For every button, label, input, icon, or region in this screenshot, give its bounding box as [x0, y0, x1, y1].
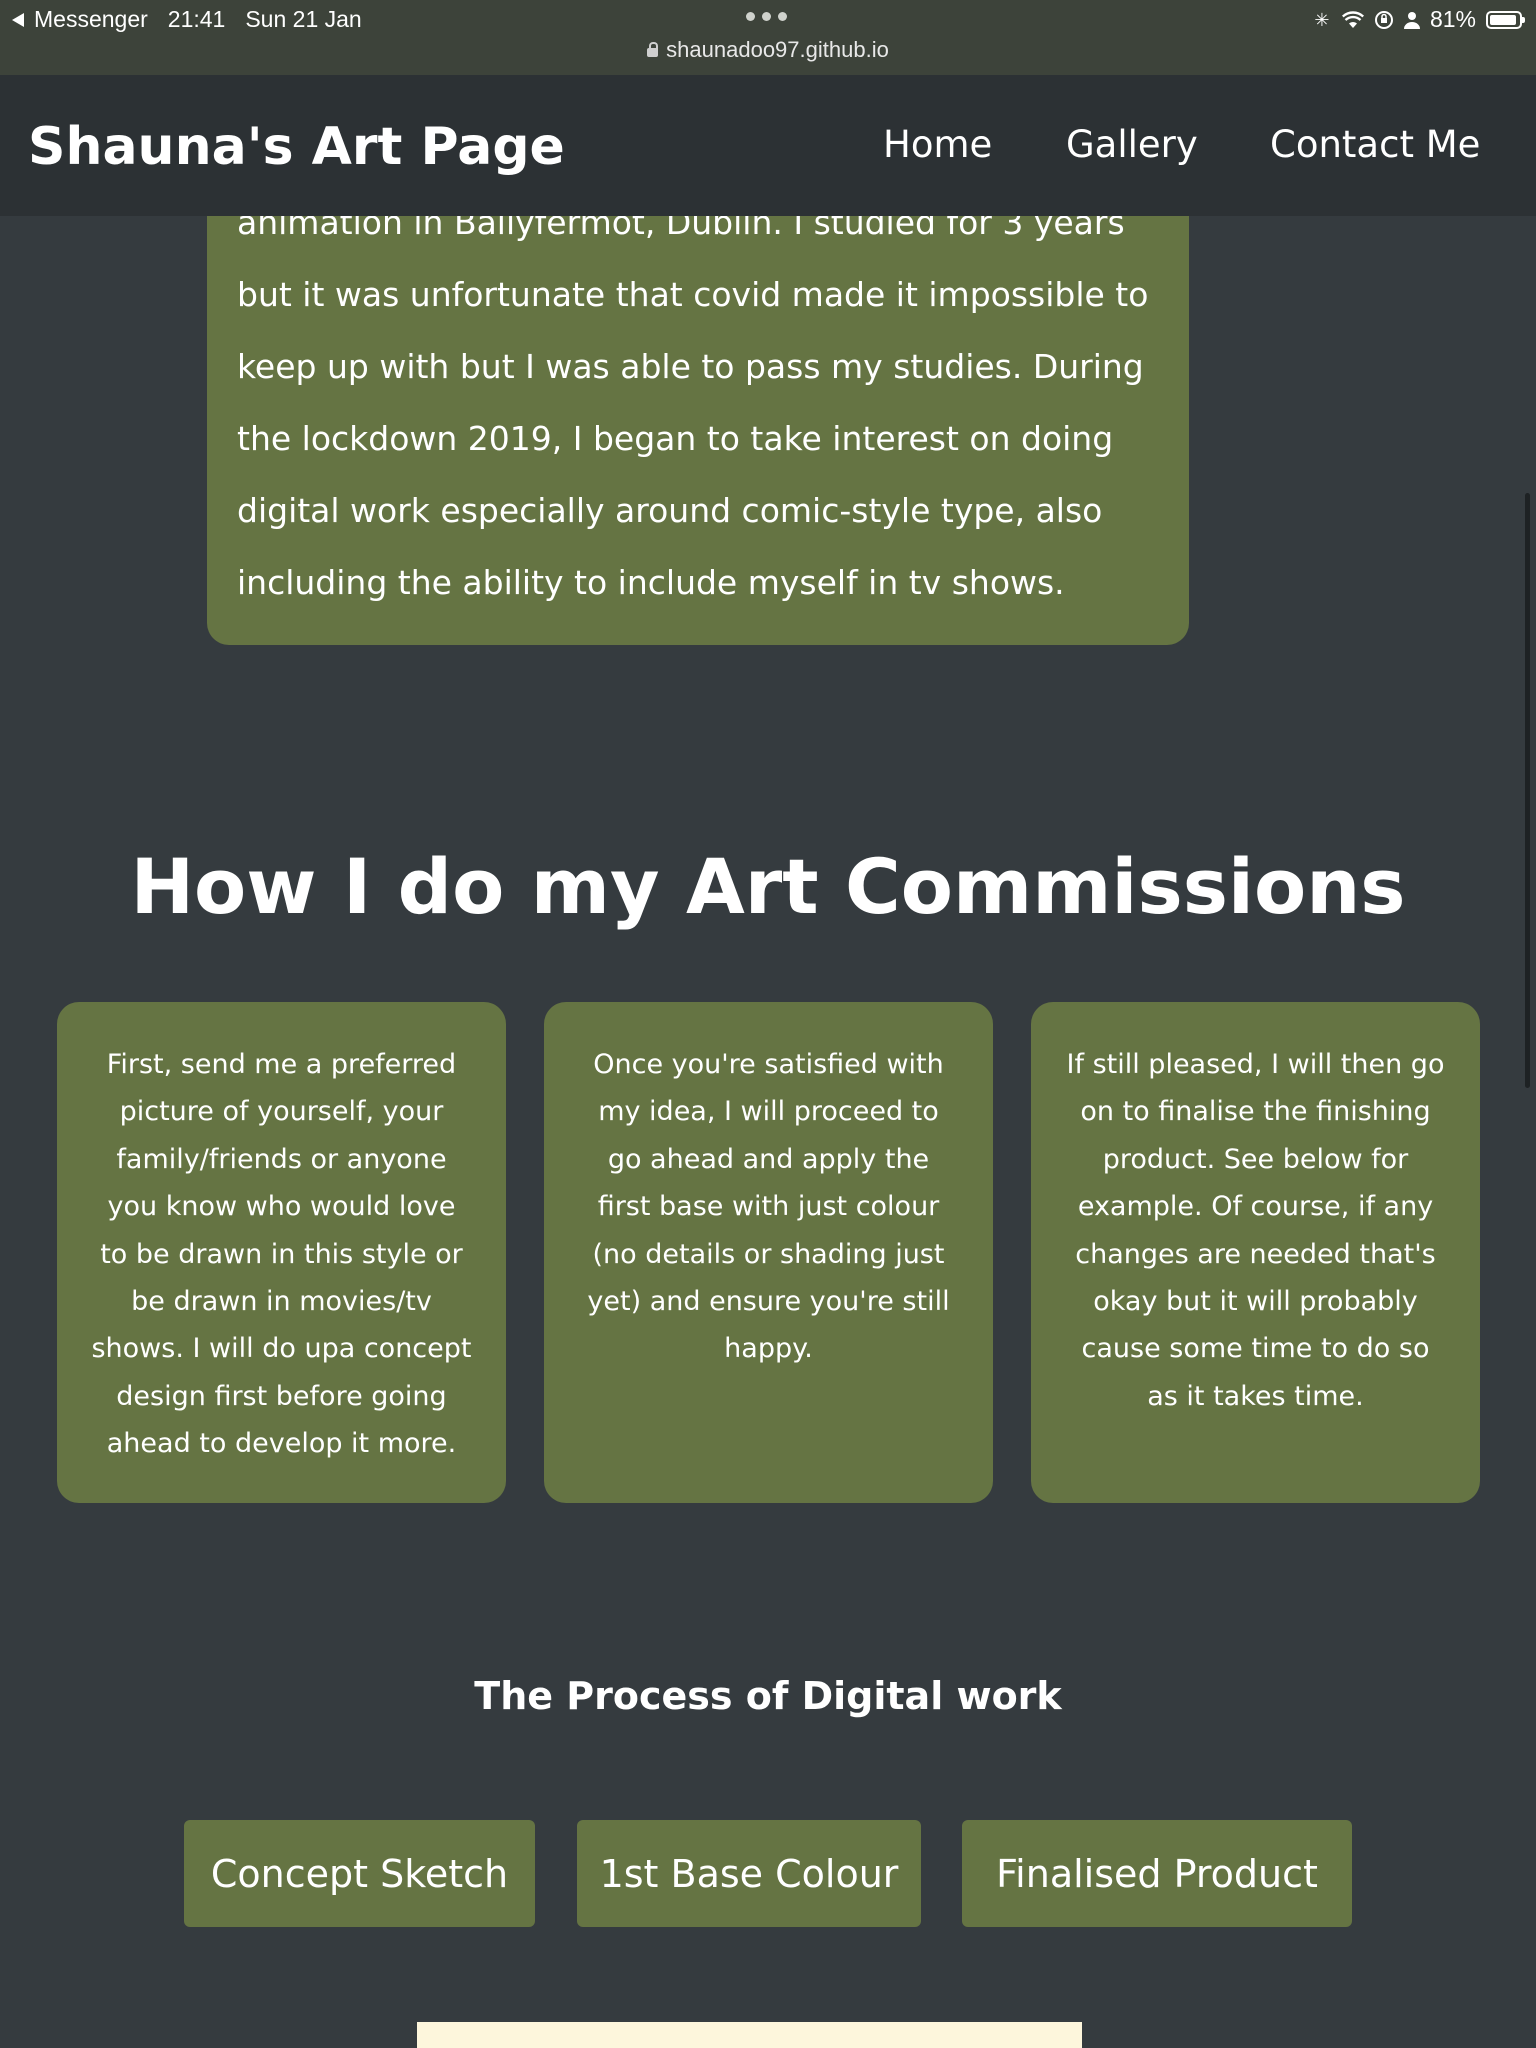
card-line: example. Of course, if any [1077, 1191, 1434, 1223]
commission-step-card: If still pleased, I will then go on to f… [1031, 1002, 1480, 1503]
about-line: keep up with but I was able to pass my s… [237, 347, 1144, 386]
nav-link-contact-me[interactable]: Contact Me [1270, 123, 1480, 166]
nav-link-home[interactable]: Home [883, 123, 992, 166]
card-line: yet) and ensure you're still [587, 1286, 950, 1318]
card-line: changes are needed that's [1075, 1238, 1436, 1270]
commission-step-card: Once you're satisfied with my idea, I wi… [544, 1002, 993, 1503]
card-line: on to finalise the finishing [1080, 1096, 1431, 1128]
card-line: Once you're satisfied with [593, 1049, 944, 1080]
lock-icon [647, 42, 659, 57]
site-navbar: Shauna's Art Page Home Gallery Contact M… [0, 75, 1536, 216]
base-colour-button[interactable]: 1st Base Colour [577, 1820, 921, 1927]
status-left: Messenger 21:41 Sun 21 Jan [12, 6, 362, 33]
page-scrollbar[interactable] [1525, 493, 1530, 1088]
card-line: you know who would love [107, 1191, 456, 1223]
concept-sketch-button[interactable]: Concept Sketch [184, 1820, 535, 1927]
about-line: including the ability to include myself … [237, 563, 1065, 602]
commission-step-text: If still pleased, I will then go on to f… [1053, 1041, 1458, 1420]
card-line: be drawn in movies/tv [131, 1286, 432, 1318]
card-line: cause some time to do so [1081, 1333, 1430, 1365]
about-line: the lockdown 2019, I began to take inter… [237, 419, 1114, 458]
person-icon [1403, 11, 1420, 29]
card-line: (no details or shading just [592, 1238, 945, 1270]
card-line: First, send me a preferred [106, 1049, 457, 1080]
battery-icon [1486, 10, 1525, 29]
status-date: Sun 21 Jan [245, 6, 362, 32]
card-line: shows. I will do upa concept [91, 1333, 472, 1365]
card-line: first base with just colour [597, 1191, 940, 1223]
status-time: 21:41 [167, 6, 226, 32]
card-line: ahead to develop it more. [106, 1428, 457, 1460]
commissions-heading: How I do my Art Commissions [130, 842, 1406, 931]
card-line: go ahead and apply the [607, 1143, 930, 1175]
battery-percentage: 81% [1429, 6, 1476, 32]
card-line: as it takes time. [1147, 1380, 1364, 1412]
about-text: animation in Ballyfermot, Dublin. I stud… [237, 187, 1177, 619]
status-bar: Messenger 21:41 Sun 21 Jan shaunadoo97.g… [0, 0, 1536, 75]
back-arrow-icon[interactable] [12, 13, 24, 27]
back-to-app-label[interactable]: Messenger [34, 6, 148, 33]
card-line: If still pleased, I will then go [1066, 1049, 1445, 1080]
card-line: my idea, I will proceed to [598, 1096, 939, 1128]
card-line: product. See below for [1102, 1143, 1409, 1175]
loading-spinner-icon: ✳ [1314, 9, 1330, 30]
card-line: design first before going [116, 1380, 447, 1412]
status-right: ✳ 81% [1312, 6, 1525, 33]
commission-step-text: Once you're satisfied with my idea, I wi… [566, 1041, 971, 1373]
card-line: to be drawn in this style or [100, 1238, 463, 1270]
orientation-lock-icon [1374, 10, 1393, 29]
commission-step-card: First, send me a preferred picture of yo… [57, 1002, 506, 1503]
about-line: but it was unfortunate that covid made i… [237, 275, 1149, 314]
artwork-image [417, 2022, 1082, 2048]
multitasking-dots-icon[interactable] [746, 12, 787, 21]
finalised-product-button[interactable]: Finalised Product [962, 1820, 1352, 1927]
card-line: happy. [724, 1333, 813, 1365]
about-card: animation in Ballyfermot, Dublin. I stud… [207, 160, 1189, 645]
nav-link-gallery[interactable]: Gallery [1066, 123, 1198, 166]
address-bar[interactable]: shaunadoo97.github.io [0, 37, 1536, 63]
process-heading: The Process of Digital work [474, 1674, 1062, 1718]
commission-step-text: First, send me a preferred picture of yo… [79, 1041, 484, 1468]
url-text: shaunadoo97.github.io [666, 37, 889, 62]
card-line: picture of yourself, your [119, 1096, 444, 1128]
card-line: okay but it will probably [1093, 1286, 1418, 1318]
wifi-icon [1341, 10, 1364, 28]
site-title[interactable]: Shauna's Art Page [28, 117, 565, 177]
about-line: digital work especially around comic-sty… [237, 491, 1103, 530]
card-line: family/friends or anyone [116, 1143, 447, 1175]
